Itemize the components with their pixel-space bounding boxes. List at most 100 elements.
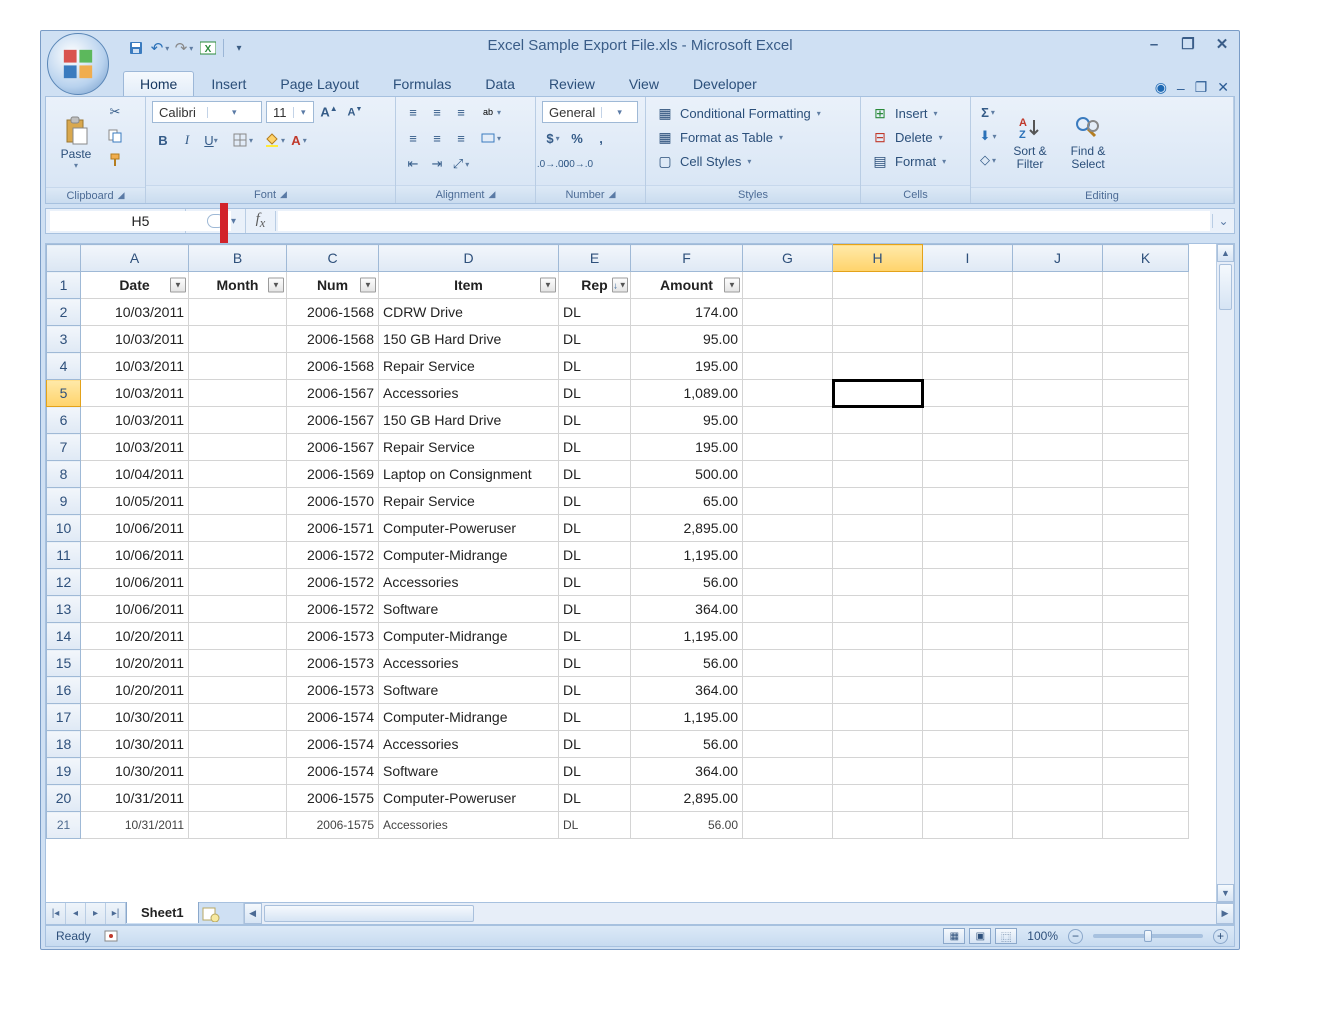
cell-F21[interactable]: 56.00 xyxy=(631,812,743,839)
filter-button-D[interactable]: ▼ xyxy=(540,278,556,293)
cell-K8[interactable] xyxy=(1103,461,1189,488)
cell-I10[interactable] xyxy=(923,515,1013,542)
cell-A15[interactable]: 10/20/2011 xyxy=(81,650,189,677)
new-sheet-button[interactable] xyxy=(199,903,223,924)
vscroll-thumb[interactable] xyxy=(1219,264,1232,310)
align-top-button[interactable]: ≡ xyxy=(402,101,424,123)
cell-A14[interactable]: 10/20/2011 xyxy=(81,623,189,650)
delete-cells-button[interactable]: ⊟Delete▾ xyxy=(867,125,964,149)
tab-insert[interactable]: Insert xyxy=(194,71,263,96)
view-normal-button[interactable]: ▦ xyxy=(943,928,965,944)
cell-E5[interactable]: DL xyxy=(559,380,631,407)
row-header-11[interactable]: 11 xyxy=(47,542,81,569)
cell-C2[interactable]: 2006-1568 xyxy=(287,299,379,326)
cell-K19[interactable] xyxy=(1103,758,1189,785)
column-header-F[interactable]: F xyxy=(631,245,743,272)
cell-J10[interactable] xyxy=(1013,515,1103,542)
row-header-7[interactable]: 7 xyxy=(47,434,81,461)
wrap-text-button[interactable]: ab xyxy=(480,101,502,123)
cell-G12[interactable] xyxy=(743,569,833,596)
cell-F10[interactable]: 2,895.00 xyxy=(631,515,743,542)
row-header-13[interactable]: 13 xyxy=(47,596,81,623)
cell-A7[interactable]: 10/03/2011 xyxy=(81,434,189,461)
cell-I15[interactable] xyxy=(923,650,1013,677)
cell-H5[interactable] xyxy=(833,380,923,407)
cell-H19[interactable] xyxy=(833,758,923,785)
cell-B5[interactable] xyxy=(189,380,287,407)
cell-H17[interactable] xyxy=(833,704,923,731)
row-header-12[interactable]: 12 xyxy=(47,569,81,596)
format-cells-button[interactable]: ▤Format▾ xyxy=(867,149,964,173)
cell-H3[interactable] xyxy=(833,326,923,353)
cell-B1[interactable]: Month▼ xyxy=(189,272,287,299)
cell-J14[interactable] xyxy=(1013,623,1103,650)
cell-K13[interactable] xyxy=(1103,596,1189,623)
cell-K2[interactable] xyxy=(1103,299,1189,326)
cell-C8[interactable]: 2006-1569 xyxy=(287,461,379,488)
cell-H18[interactable] xyxy=(833,731,923,758)
cell-I21[interactable] xyxy=(923,812,1013,839)
sheet-nav-first[interactable]: |◂ xyxy=(46,903,66,924)
borders-button[interactable] xyxy=(232,129,254,151)
filter-button-A[interactable]: ▼ xyxy=(170,278,186,293)
cell-A17[interactable]: 10/30/2011 xyxy=(81,704,189,731)
insert-cells-button[interactable]: ⊞Insert▾ xyxy=(867,101,964,125)
fill-button[interactable]: ⬇ xyxy=(977,125,999,147)
cell-E20[interactable]: DL xyxy=(559,785,631,812)
decrease-decimal-button[interactable]: .00→.0 xyxy=(566,153,588,175)
cell-H7[interactable] xyxy=(833,434,923,461)
worksheet-grid[interactable]: ABCDEFGHIJK 1Date▼Month▼Num▼Item▼Rep▼Amo… xyxy=(46,244,1189,839)
qat-excel-icon-button[interactable]: X xyxy=(197,37,219,59)
cell-F7[interactable]: 195.00 xyxy=(631,434,743,461)
row-header-19[interactable]: 19 xyxy=(47,758,81,785)
tab-developer[interactable]: Developer xyxy=(676,71,774,96)
increase-font-button[interactable]: A▲ xyxy=(318,101,340,123)
cell-K7[interactable] xyxy=(1103,434,1189,461)
cell-B6[interactable] xyxy=(189,407,287,434)
cell-B18[interactable] xyxy=(189,731,287,758)
cell-I9[interactable] xyxy=(923,488,1013,515)
cell-E14[interactable]: DL xyxy=(559,623,631,650)
font-dialog-launcher[interactable]: ◢ xyxy=(280,189,287,200)
column-header-H[interactable]: H xyxy=(833,245,923,272)
cell-J13[interactable] xyxy=(1013,596,1103,623)
cell-H15[interactable] xyxy=(833,650,923,677)
row-header-16[interactable]: 16 xyxy=(47,677,81,704)
cell-F12[interactable]: 56.00 xyxy=(631,569,743,596)
cell-C20[interactable]: 2006-1575 xyxy=(287,785,379,812)
tab-data[interactable]: Data xyxy=(468,71,532,96)
cell-J1[interactable] xyxy=(1013,272,1103,299)
cell-F4[interactable]: 195.00 xyxy=(631,353,743,380)
row-header-3[interactable]: 3 xyxy=(47,326,81,353)
cell-F11[interactable]: 1,195.00 xyxy=(631,542,743,569)
cell-J3[interactable] xyxy=(1013,326,1103,353)
view-page-layout-button[interactable]: ▣ xyxy=(969,928,991,944)
cell-I11[interactable] xyxy=(923,542,1013,569)
cell-G6[interactable] xyxy=(743,407,833,434)
cell-C6[interactable]: 2006-1567 xyxy=(287,407,379,434)
cell-J6[interactable] xyxy=(1013,407,1103,434)
cell-A10[interactable]: 10/06/2011 xyxy=(81,515,189,542)
scroll-left-button[interactable]: ◀ xyxy=(244,903,262,924)
cell-D3[interactable]: 150 GB Hard Drive xyxy=(379,326,559,353)
cell-D2[interactable]: CDRW Drive xyxy=(379,299,559,326)
cell-G3[interactable] xyxy=(743,326,833,353)
cell-E21[interactable]: DL xyxy=(559,812,631,839)
zoom-in-button[interactable]: + xyxy=(1213,929,1228,944)
clear-button[interactable]: ◇ xyxy=(977,149,999,171)
help-button[interactable]: ◉ xyxy=(1155,79,1167,96)
cell-I2[interactable] xyxy=(923,299,1013,326)
cell-G2[interactable] xyxy=(743,299,833,326)
row-header-14[interactable]: 14 xyxy=(47,623,81,650)
cell-I18[interactable] xyxy=(923,731,1013,758)
cell-D9[interactable]: Repair Service xyxy=(379,488,559,515)
cell-E1[interactable]: Rep▼ xyxy=(559,272,631,299)
cell-A21[interactable]: 10/31/2011 xyxy=(81,812,189,839)
cell-styles-button[interactable]: ▢Cell Styles▾ xyxy=(652,149,854,173)
cell-J4[interactable] xyxy=(1013,353,1103,380)
cell-H13[interactable] xyxy=(833,596,923,623)
hscroll-thumb[interactable] xyxy=(264,905,474,922)
cell-I12[interactable] xyxy=(923,569,1013,596)
cell-B13[interactable] xyxy=(189,596,287,623)
cell-J7[interactable] xyxy=(1013,434,1103,461)
